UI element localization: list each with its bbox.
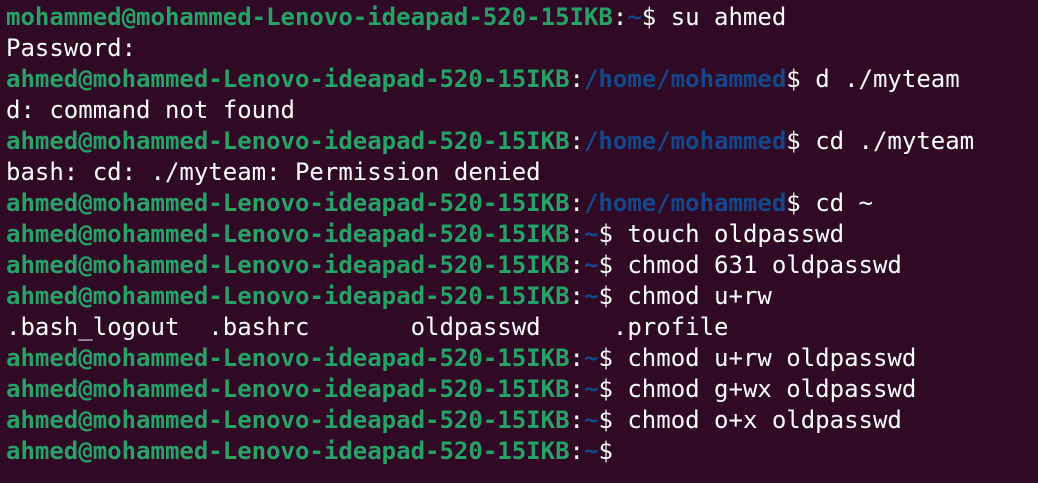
terminal-line: .bash_logout .bashrc oldpasswd .profile bbox=[6, 312, 1038, 343]
prompt-user: mohammed@mohammed-Lenovo-ideapad-520-15I… bbox=[6, 3, 613, 31]
terminal-line[interactable]: ahmed@mohammed-Lenovo-ideapad-520-15IKB:… bbox=[6, 436, 1038, 467]
prompt-colon: : bbox=[569, 344, 584, 372]
prompt-user: ahmed@mohammed-Lenovo-ideapad-520-15IKB bbox=[6, 406, 570, 434]
terminal-line: ahmed@mohammed-Lenovo-ideapad-520-15IKB:… bbox=[6, 281, 1038, 312]
terminal-line: ahmed@mohammed-Lenovo-ideapad-520-15IKB:… bbox=[6, 219, 1038, 250]
prompt-path: ~ bbox=[583, 282, 599, 310]
terminal-line: ahmed@mohammed-Lenovo-ideapad-520-15IKB:… bbox=[6, 374, 1038, 405]
command-text: chmod u+rw oldpasswd bbox=[627, 344, 917, 372]
command-text: d ./myteam bbox=[815, 65, 960, 93]
prompt-path: ~ bbox=[583, 437, 599, 465]
prompt-path: ~ bbox=[583, 375, 599, 403]
terminal-line: ahmed@mohammed-Lenovo-ideapad-520-15IKB:… bbox=[6, 343, 1038, 374]
terminal-line: d: command not found bbox=[6, 95, 1038, 126]
prompt-colon: : bbox=[612, 3, 628, 31]
terminal-line: bash: cd: ./myteam: Permission denied bbox=[6, 157, 1038, 188]
terminal-window[interactable]: mohammed@mohammed-Lenovo-ideapad-520-15I… bbox=[0, 0, 1038, 483]
prompt-colon: : bbox=[569, 282, 584, 310]
prompt-sigil: $ bbox=[786, 189, 816, 217]
prompt-path: ~ bbox=[583, 406, 599, 434]
command-text: cd ./myteam bbox=[815, 127, 975, 155]
prompt-sigil: $ bbox=[598, 344, 628, 372]
prompt-user: ahmed@mohammed-Lenovo-ideapad-520-15IKB bbox=[6, 344, 570, 372]
prompt-colon: : bbox=[569, 127, 584, 155]
command-text: su ahmed bbox=[670, 3, 787, 31]
terminal-line: ahmed@mohammed-Lenovo-ideapad-520-15IKB:… bbox=[6, 188, 1038, 219]
prompt-sigil: $ bbox=[598, 220, 628, 248]
output-text: Password: bbox=[6, 34, 137, 62]
prompt-colon: : bbox=[569, 251, 584, 279]
prompt-user: ahmed@mohammed-Lenovo-ideapad-520-15IKB bbox=[6, 65, 570, 93]
prompt-colon: : bbox=[569, 189, 584, 217]
terminal-line: ahmed@mohammed-Lenovo-ideapad-520-15IKB:… bbox=[6, 64, 1038, 95]
prompt-user: ahmed@mohammed-Lenovo-ideapad-520-15IKB bbox=[6, 220, 570, 248]
prompt-sigil: $ bbox=[598, 437, 628, 465]
prompt-sigil: $ bbox=[598, 251, 628, 279]
prompt-colon: : bbox=[569, 65, 584, 93]
output-text: .bash_logout .bashrc oldpasswd .profile bbox=[6, 313, 729, 341]
terminal-line: ahmed@mohammed-Lenovo-ideapad-520-15IKB:… bbox=[6, 405, 1038, 436]
terminal-line: ahmed@mohammed-Lenovo-ideapad-520-15IKB:… bbox=[6, 250, 1038, 281]
prompt-user: ahmed@mohammed-Lenovo-ideapad-520-15IKB bbox=[6, 375, 570, 403]
prompt-user: ahmed@mohammed-Lenovo-ideapad-520-15IKB bbox=[6, 437, 570, 465]
command-text: chmod g+wx oldpasswd bbox=[627, 375, 917, 403]
terminal-line: ahmed@mohammed-Lenovo-ideapad-520-15IKB:… bbox=[6, 126, 1038, 157]
prompt-user: ahmed@mohammed-Lenovo-ideapad-520-15IKB bbox=[6, 282, 570, 310]
output-text: d: command not found bbox=[6, 96, 295, 124]
prompt-colon: : bbox=[569, 437, 584, 465]
command-text: cd ~ bbox=[815, 189, 873, 217]
prompt-path: ~ bbox=[583, 220, 599, 248]
prompt-path: ~ bbox=[583, 251, 599, 279]
command-text: touch oldpasswd bbox=[627, 220, 845, 248]
prompt-sigil: $ bbox=[786, 127, 816, 155]
prompt-user: ahmed@mohammed-Lenovo-ideapad-520-15IKB bbox=[6, 127, 570, 155]
prompt-sigil: $ bbox=[641, 3, 671, 31]
output-text: bash: cd: ./myteam: Permission denied bbox=[6, 158, 541, 186]
prompt-path: ~ bbox=[583, 344, 599, 372]
prompt-path: /home/mohammed bbox=[583, 127, 787, 155]
prompt-sigil: $ bbox=[598, 282, 628, 310]
command-text: chmod u+rw bbox=[627, 282, 772, 310]
prompt-sigil: $ bbox=[598, 375, 628, 403]
command-text: chmod 631 oldpasswd bbox=[627, 251, 902, 279]
prompt-colon: : bbox=[569, 406, 584, 434]
prompt-colon: : bbox=[569, 220, 584, 248]
prompt-sigil: $ bbox=[598, 406, 628, 434]
prompt-path: ~ bbox=[627, 3, 642, 31]
prompt-path: /home/mohammed bbox=[583, 189, 787, 217]
prompt-sigil: $ bbox=[786, 65, 816, 93]
terminal-line: Password: bbox=[6, 33, 1038, 64]
command-text: chmod o+x oldpasswd bbox=[627, 406, 902, 434]
terminal-line: mohammed@mohammed-Lenovo-ideapad-520-15I… bbox=[6, 2, 1038, 33]
prompt-colon: : bbox=[569, 375, 584, 403]
prompt-path: /home/mohammed bbox=[583, 65, 787, 93]
prompt-user: ahmed@mohammed-Lenovo-ideapad-520-15IKB bbox=[6, 189, 570, 217]
prompt-user: ahmed@mohammed-Lenovo-ideapad-520-15IKB bbox=[6, 251, 570, 279]
